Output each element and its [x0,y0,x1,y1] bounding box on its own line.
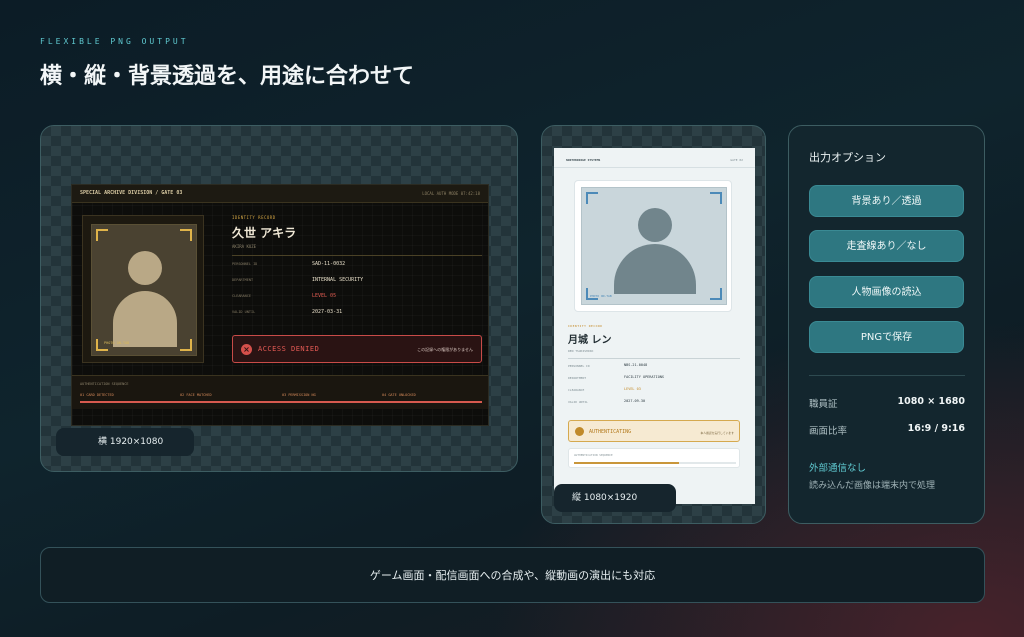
field-value: LEVEL 03 [624,387,641,391]
status-subtext: この記録への権限がありません [417,347,473,352]
landscape-size-badge: 横 1920×1080 [56,428,194,456]
sequence-step: 03 PERMISSION NG [282,393,316,397]
field-value: LEVEL 05 [312,293,337,299]
field-row: DEPARTMENT FACILITY OPERATIONS [568,371,740,383]
eyebrow-label: FLEXIBLE PNG OUTPUT [40,37,189,46]
frame-corner-icon [586,192,598,204]
identity-info: IDENTITY RECORD 月城 レン REN TSUKISHIRO PER… [568,324,740,407]
card-header: SPECIAL ARCHIVE DIVISION / GATE 03 LOCAL… [72,185,488,203]
access-denied-alert: × ACCESS DENIED この記録への権限がありません [232,335,482,363]
field-row: PERSONNEL ID SAD-11-0032 [232,256,482,272]
status-subtext: 本人確認を実行しています [700,431,734,435]
close-circle-icon: × [241,344,252,355]
sequence-progress-fill [574,462,680,464]
background-toggle-button[interactable]: 背景あり／透過 [809,185,964,217]
card-header-status: LOCAL AUTH MODE 07:42:18 [422,191,480,196]
field-key: CLEARANCE [568,388,585,392]
photo-frame: PHOTO ON-TAB [91,224,197,356]
portrait-preview-panel: NORTHBRIDGE SYSTEMS GATE 02 PHOTO ON-TAB… [541,125,766,524]
spec-key: 職員証 [809,399,838,410]
field-key: DEPARTMENT [232,278,254,282]
scanline-toggle-button[interactable]: 走査線あり／なし [809,230,964,262]
landscape-preview-panel: SPECIAL ARCHIVE DIVISION / GATE 03 LOCAL… [40,125,518,472]
spec-value: 16:9 / 9:16 [907,423,965,434]
field-row: VALID UNTIL 2027-09-30 [568,395,740,407]
person-name: 久世 アキラ [232,226,297,240]
sequence-progress-bar [80,401,482,403]
auth-sequence: AUTHENTICATION SEQUENCE [568,448,740,468]
person-name-roman: REN TSUKISHIRO [568,349,594,353]
spec-row: 画面比率 16:9 / 9:16 [809,423,965,437]
frame-corner-icon [710,288,722,300]
field-value: NBS-21-0048 [624,363,648,367]
sequence-step: 04 GATE UNLOCKED [382,393,416,397]
identity-info: IDENTITY RECORD 久世 アキラ AKIRA KUZE PERSON… [232,215,482,320]
photo-caption: PHOTO ON-TAB [104,341,130,345]
portrait-size-badge: 縦 1080×1920 [554,484,676,512]
card-header-title: SPECIAL ARCHIVE DIVISION / GATE 03 [80,190,183,196]
field-row: VALID UNTIL 2027-03-31 [232,304,482,320]
field-value: FACILITY OPERATIONS [624,375,665,379]
field-key: DEPARTMENT [568,376,587,380]
output-options-panel: 出力オプション 背景あり／透過 走査線あり／なし 人物画像の読込 PNGで保存 … [788,125,985,524]
landscape-id-card: SPECIAL ARCHIVE DIVISION / GATE 03 LOCAL… [71,184,489,426]
card-header-status: GATE 02 [730,158,743,162]
field-key: CLEARANCE [232,294,251,298]
spec-key: 画面比率 [809,426,848,437]
field-row: CLEARANCE LEVEL 05 [232,288,482,304]
frame-corner-icon [96,229,108,241]
sequence-progress-fill [80,401,482,403]
auth-sequence: AUTHENTICATION SEQUENCE 01 CARD DETECTED… [72,375,488,409]
person-body-icon [614,244,696,294]
field-value: SAD-11-0032 [312,261,346,267]
privacy-note: 読み込んだ画像は端末内で処理 [809,481,936,491]
field-row: PERSONNEL ID NBS-21-0048 [568,359,740,371]
spinner-icon [575,427,584,436]
field-value: 2027-03-31 [312,309,343,315]
person-body-icon [113,291,177,347]
spec-row: 職員証 1080 × 1680 [809,396,965,410]
section-label: IDENTITY RECORD [568,324,603,328]
field-key: VALID UNTIL [568,400,588,404]
portrait-photo: PHOTO ON-TAB [574,180,732,312]
sequence-progress-bar [574,462,736,464]
section-label: IDENTITY RECORD [232,215,276,220]
sequence-step: 01 CARD DETECTED [80,393,114,397]
field-row: CLEARANCE LEVEL 03 [568,383,740,395]
frame-corner-icon [180,339,192,351]
frame-corner-icon [180,229,192,241]
status-text: AUTHENTICATING [589,429,632,435]
sequence-title: AUTHENTICATION SEQUENCE [574,453,613,457]
privacy-note-title: 外部通信なし [809,463,867,474]
person-name-roman: AKIRA KUZE [232,244,257,249]
status-text: ACCESS DENIED [258,345,320,353]
field-key: PERSONNEL ID [232,262,258,266]
page-title: 横・縦・背景透過を、用途に合わせて [40,64,415,89]
portrait-id-card: NORTHBRIDGE SYSTEMS GATE 02 PHOTO ON-TAB… [554,148,755,504]
divider [809,375,965,376]
field-key: PERSONNEL ID [568,364,590,368]
sequence-title: AUTHENTICATION SEQUENCE [80,382,129,386]
field-value: INTERNAL SECURITY [312,277,364,283]
person-head-icon [638,208,672,242]
person-head-icon [128,251,162,285]
save-png-button[interactable]: PNGで保存 [809,321,964,353]
field-key: VALID UNTIL [232,310,256,314]
feature-banner: ゲーム画面・配信画面への合成や、縦動画の演出にも対応 [40,547,985,603]
options-title: 出力オプション [809,151,886,164]
photo-caption: PHOTO ON-TAB [590,294,612,298]
sequence-step: 02 FACE MATCHED [180,393,212,397]
frame-corner-icon [710,192,722,204]
load-portrait-button[interactable]: 人物画像の読込 [809,276,964,308]
person-name: 月城 レン [568,335,612,346]
authenticating-alert: AUTHENTICATING 本人確認を実行しています [568,420,740,442]
field-row: DEPARTMENT INTERNAL SECURITY [232,272,482,288]
spec-value: 1080 × 1680 [897,396,965,407]
field-value: 2027-09-30 [624,399,646,403]
portrait-photo: PHOTO ON-TAB [82,215,204,363]
card-header: NORTHBRIDGE SYSTEMS GATE 02 [554,156,755,168]
card-header-title: NORTHBRIDGE SYSTEMS [566,158,601,162]
photo-frame: PHOTO ON-TAB [581,187,727,305]
